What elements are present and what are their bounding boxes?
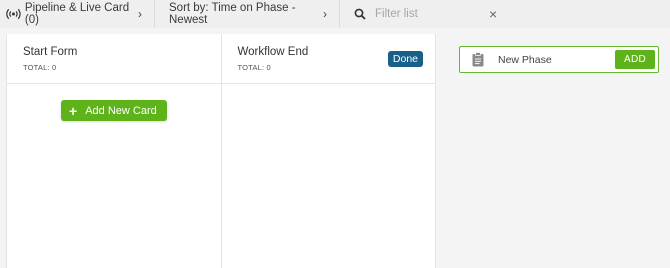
chevron-right-icon: ›: [323, 7, 327, 21]
add-new-card-button[interactable]: + Add New Card: [61, 100, 167, 121]
column-header: Workflow End TOTAL: 0 Done: [221, 34, 435, 84]
pipeline-selector[interactable]: Pipeline & Live Card (0) ›: [0, 0, 155, 28]
pipeline-label: Pipeline & Live Card (0): [24, 2, 130, 26]
column-title: Start Form: [23, 46, 78, 58]
add-phase-button[interactable]: ADD: [615, 50, 655, 69]
column-header: Start Form TOTAL: 0: [7, 34, 221, 84]
broadcast-icon: [6, 8, 21, 20]
new-phase-form: ADD: [459, 46, 659, 73]
search-icon: [354, 8, 366, 20]
plus-icon: +: [69, 102, 78, 119]
filter-input[interactable]: [375, 8, 485, 20]
column-start-form: Start Form TOTAL: 0 + Add New Card: [7, 34, 222, 268]
toolbar: Pipeline & Live Card (0) › Sort by: Time…: [0, 0, 670, 28]
column-total: TOTAL: 0: [23, 63, 57, 72]
done-badge: Done: [387, 51, 423, 67]
sort-label: Sort by: Time on Phase - Newest: [169, 2, 296, 26]
sort-selector[interactable]: Sort by: Time on Phase - Newest ›: [155, 0, 340, 28]
kanban-board: Start Form TOTAL: 0 + Add New Card Workf…: [6, 34, 436, 268]
new-phase-input[interactable]: [498, 53, 608, 66]
clipboard-icon: [472, 52, 484, 67]
add-new-card-label: Add New Card: [85, 104, 157, 117]
filter-box: ×: [340, 0, 670, 28]
close-icon[interactable]: ×: [489, 6, 497, 22]
column-workflow-end: Workflow End TOTAL: 0 Done: [221, 34, 436, 268]
chevron-right-icon: ›: [138, 7, 142, 21]
